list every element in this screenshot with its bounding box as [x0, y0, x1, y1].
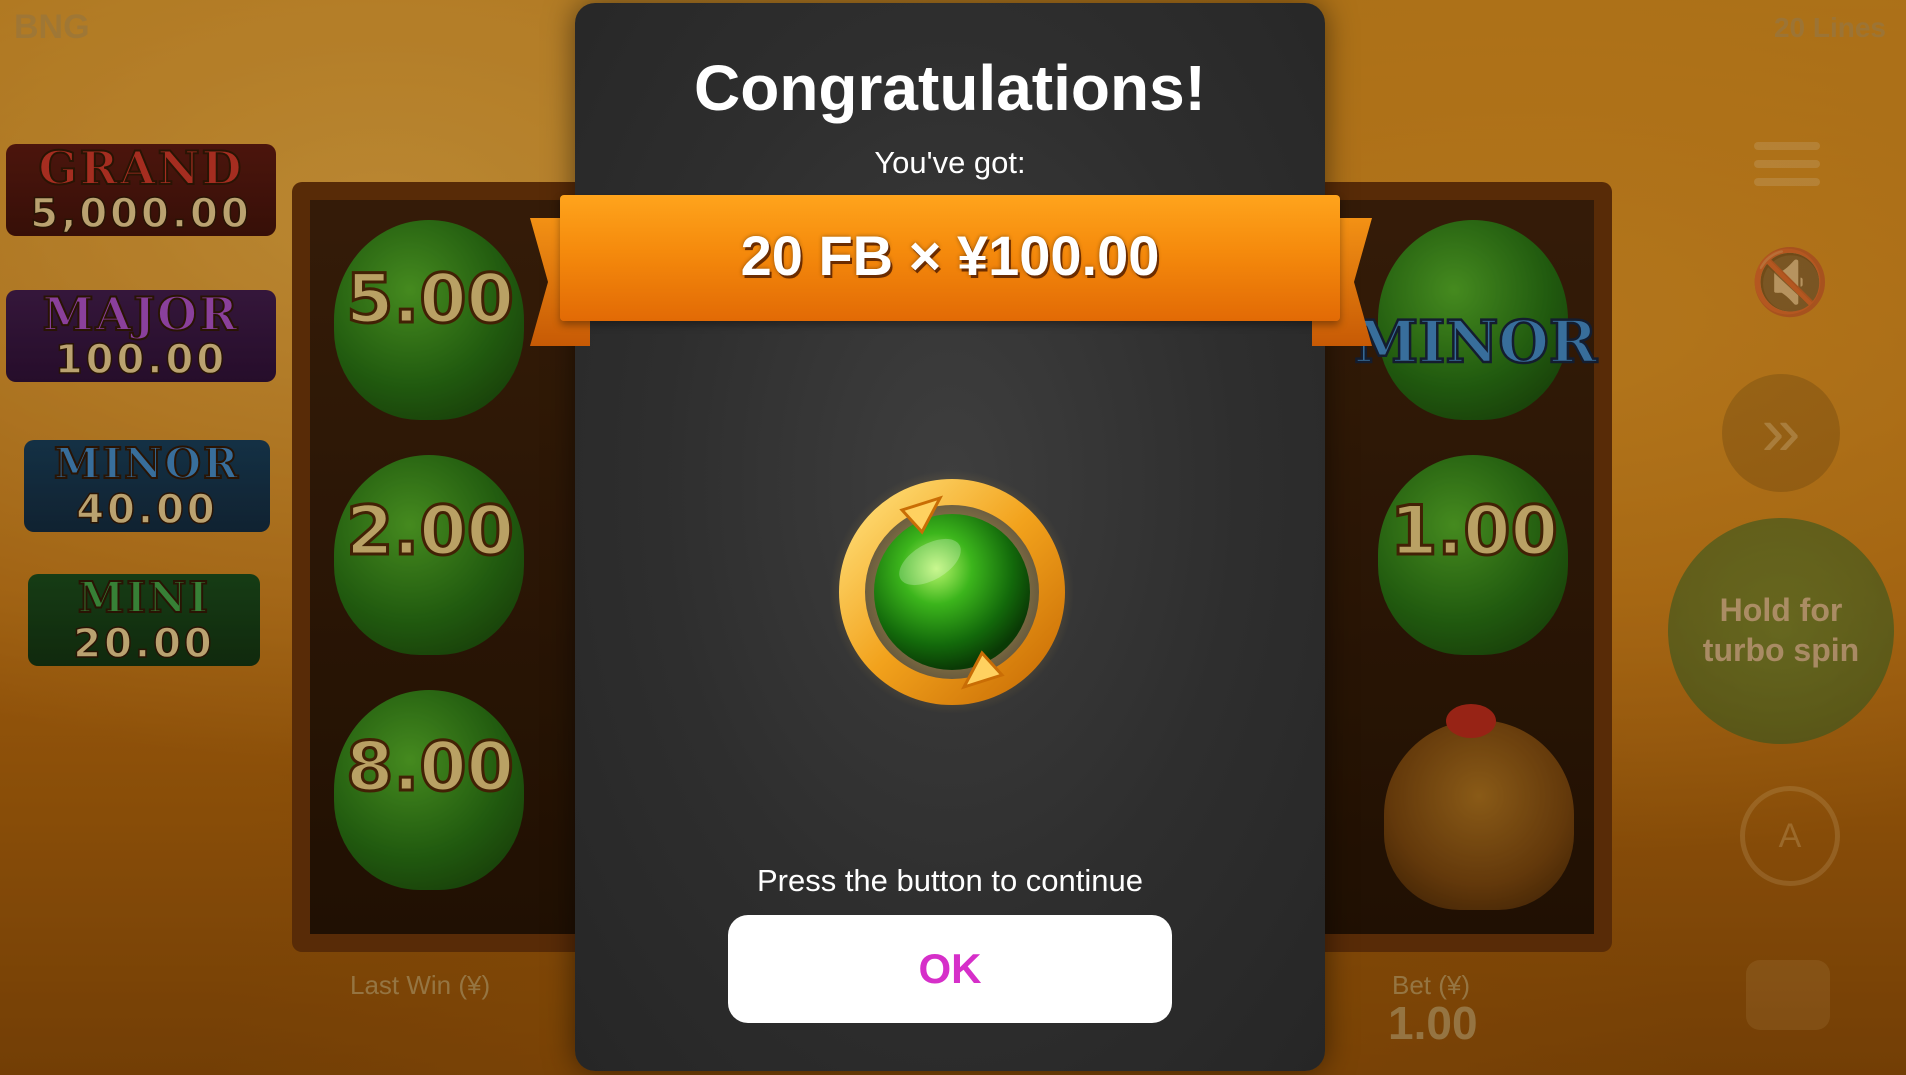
continue-prompt: Press the button to continue — [756, 863, 1144, 898]
ok-button[interactable]: OK — [728, 915, 1172, 1023]
award-text: 20 FB × ¥100.00 — [740, 224, 1160, 287]
dialog-subtitle: You've got: — [874, 145, 1026, 180]
dialog-title: Congratulations! — [694, 52, 1206, 124]
award-ribbon: 20 FB × ¥100.00 — [560, 195, 1340, 321]
free-spin-icon — [830, 470, 1074, 714]
